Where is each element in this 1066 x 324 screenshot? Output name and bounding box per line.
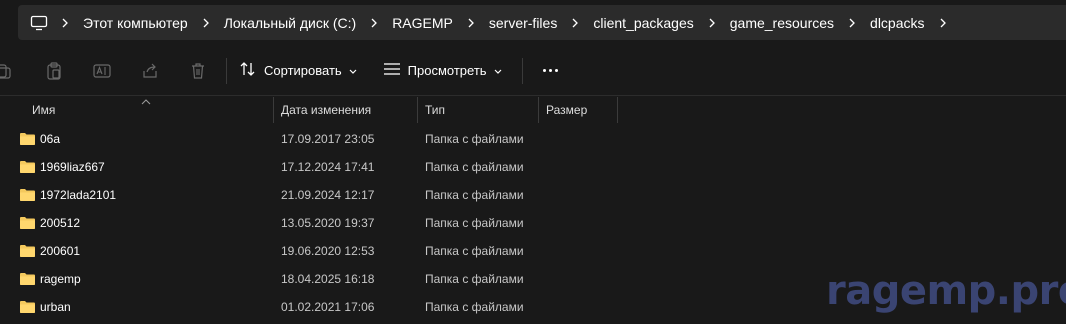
chevron-right-icon[interactable] [928, 12, 958, 34]
breadcrumb-item-dlcpacks[interactable]: dlcpacks [867, 15, 927, 31]
view-button[interactable]: Просмотреть [377, 55, 508, 87]
column-name-label: Имя [32, 103, 56, 117]
column-size-label: Размер [546, 103, 588, 117]
file-name: 1969liaz667 [40, 160, 105, 174]
file-type: Папка с файлами [425, 272, 524, 286]
toolbar-divider [226, 57, 227, 84]
file-date: 13.05.2020 19:37 [281, 216, 375, 230]
chevron-right-icon[interactable] [191, 12, 221, 34]
breadcrumb-item-ragemp[interactable]: RAGEMP [389, 15, 456, 31]
chevron-right-icon[interactable] [50, 12, 80, 34]
breadcrumb-item-game-resources[interactable]: game_resources [727, 15, 837, 31]
file-name: 1972lada2101 [40, 188, 117, 202]
file-type: Папка с файлами [425, 244, 524, 258]
file-type: Папка с файлами [425, 188, 524, 202]
sort-ascending-icon [141, 94, 151, 108]
file-name: 06a [40, 132, 61, 146]
share-icon[interactable] [134, 55, 166, 87]
file-type: Папка с файлами [425, 160, 524, 174]
column-date-label: Дата изменения [281, 103, 372, 117]
breadcrumb-item-this-pc[interactable]: Этот компьютер [80, 15, 191, 31]
delete-icon[interactable] [182, 55, 214, 87]
paste-icon[interactable] [38, 55, 70, 87]
address-bar: Этот компьютер Локальный диск (C:) RAGEM… [0, 0, 1066, 46]
file-type: Папка с файлами [425, 216, 524, 230]
file-row[interactable]: 06a 17.09.2017 23:05 Папка с файлами [0, 125, 1066, 153]
column-type-label: Тип [425, 103, 446, 117]
chevron-right-icon[interactable] [697, 12, 727, 34]
file-type: Папка с файлами [425, 300, 524, 314]
folder-icon [19, 188, 36, 202]
command-bar: Сортировать Просмотреть [0, 46, 1066, 96]
column-header-name[interactable]: Имя [0, 97, 274, 123]
chevron-down-icon [494, 63, 502, 78]
breadcrumb[interactable]: Этот компьютер Локальный диск (C:) RAGEM… [18, 5, 1066, 40]
sort-icon [239, 61, 257, 80]
chevron-down-icon [349, 63, 357, 78]
chevron-right-icon[interactable] [359, 12, 389, 34]
file-date: 17.12.2024 17:41 [281, 160, 375, 174]
folder-icon [19, 216, 36, 230]
file-date: 01.02.2021 17:06 [281, 300, 375, 314]
file-row[interactable]: 200601 19.06.2020 12:53 Папка с файлами [0, 237, 1066, 265]
copy-icon[interactable] [0, 55, 14, 87]
column-header-size[interactable]: Размер [539, 97, 618, 123]
folder-icon [19, 132, 36, 146]
breadcrumb-item-local-disk[interactable]: Локальный диск (C:) [221, 15, 360, 31]
file-name: 200512 [40, 216, 81, 230]
chevron-right-icon[interactable] [560, 12, 590, 34]
view-label: Просмотреть [407, 63, 487, 78]
watermark: ragemp.pro [826, 268, 1066, 314]
chevron-right-icon[interactable] [837, 12, 867, 34]
view-list-icon [383, 62, 401, 79]
column-header-row: Имя Дата изменения Тип Размер [0, 97, 1066, 123]
file-date: 17.09.2017 23:05 [281, 132, 375, 146]
file-name: urban [40, 300, 71, 314]
column-header-date[interactable]: Дата изменения [274, 97, 418, 123]
sort-label: Сортировать [264, 63, 342, 78]
folder-icon [19, 272, 36, 286]
breadcrumb-item-client-packages[interactable]: client_packages [590, 15, 696, 31]
file-date: 18.04.2025 16:18 [281, 272, 375, 286]
toolbar-divider [521, 57, 523, 84]
file-row[interactable]: 1969liaz667 17.12.2024 17:41 Папка с фай… [0, 153, 1066, 181]
column-header-type[interactable]: Тип [418, 97, 539, 123]
file-type: Папка с файлами [425, 132, 524, 146]
chevron-right-icon[interactable] [456, 12, 486, 34]
file-name: 200601 [40, 244, 81, 258]
file-name: ragemp [40, 272, 81, 286]
sort-button[interactable]: Сортировать [233, 55, 363, 87]
file-row[interactable]: 200512 13.05.2020 19:37 Папка с файлами [0, 209, 1066, 237]
folder-icon [19, 300, 36, 314]
folder-icon [19, 160, 36, 174]
more-options-icon[interactable] [535, 55, 567, 87]
file-date: 19.06.2020 12:53 [281, 244, 375, 258]
folder-icon [19, 244, 36, 258]
rename-icon[interactable] [86, 55, 118, 87]
file-date: 21.09.2024 12:17 [281, 188, 375, 202]
computer-icon[interactable] [28, 12, 50, 34]
breadcrumb-item-server-files[interactable]: server-files [486, 15, 560, 31]
file-row[interactable]: 1972lada2101 21.09.2024 12:17 Папка с фа… [0, 181, 1066, 209]
